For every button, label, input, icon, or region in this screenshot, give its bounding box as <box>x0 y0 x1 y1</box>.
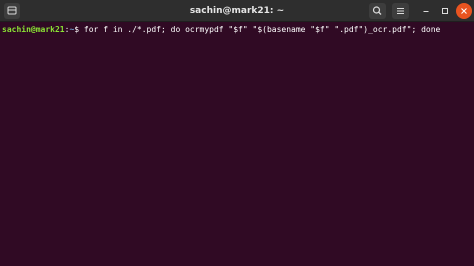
maximize-icon <box>442 8 448 14</box>
search-button[interactable] <box>369 3 386 19</box>
new-tab-icon <box>7 6 17 15</box>
close-button[interactable] <box>456 3 472 19</box>
search-icon <box>372 6 382 15</box>
prompt-user-host: sachin@mark21 <box>2 25 65 34</box>
hamburger-menu-icon <box>397 8 404 14</box>
minimize-button[interactable] <box>418 3 434 19</box>
menu-button[interactable] <box>392 3 409 19</box>
titlebar: sachin@mark21: ~ <box>0 0 474 22</box>
new-tab-button[interactable] <box>4 3 20 19</box>
minimize-icon <box>423 11 429 12</box>
close-icon <box>461 8 467 14</box>
terminal-window: sachin@mark21: ~ sachin@mark21:~$ for f … <box>0 0 474 266</box>
command-line: sachin@mark21:~$ for f in ./*.pdf; do oc… <box>2 25 440 35</box>
terminal-area[interactable]: sachin@mark21:~$ for f in ./*.pdf; do oc… <box>0 22 474 266</box>
command-text: for f in ./*.pdf; do ocrmypdf "$f" "$(ba… <box>79 25 441 34</box>
maximize-button[interactable] <box>437 3 453 19</box>
